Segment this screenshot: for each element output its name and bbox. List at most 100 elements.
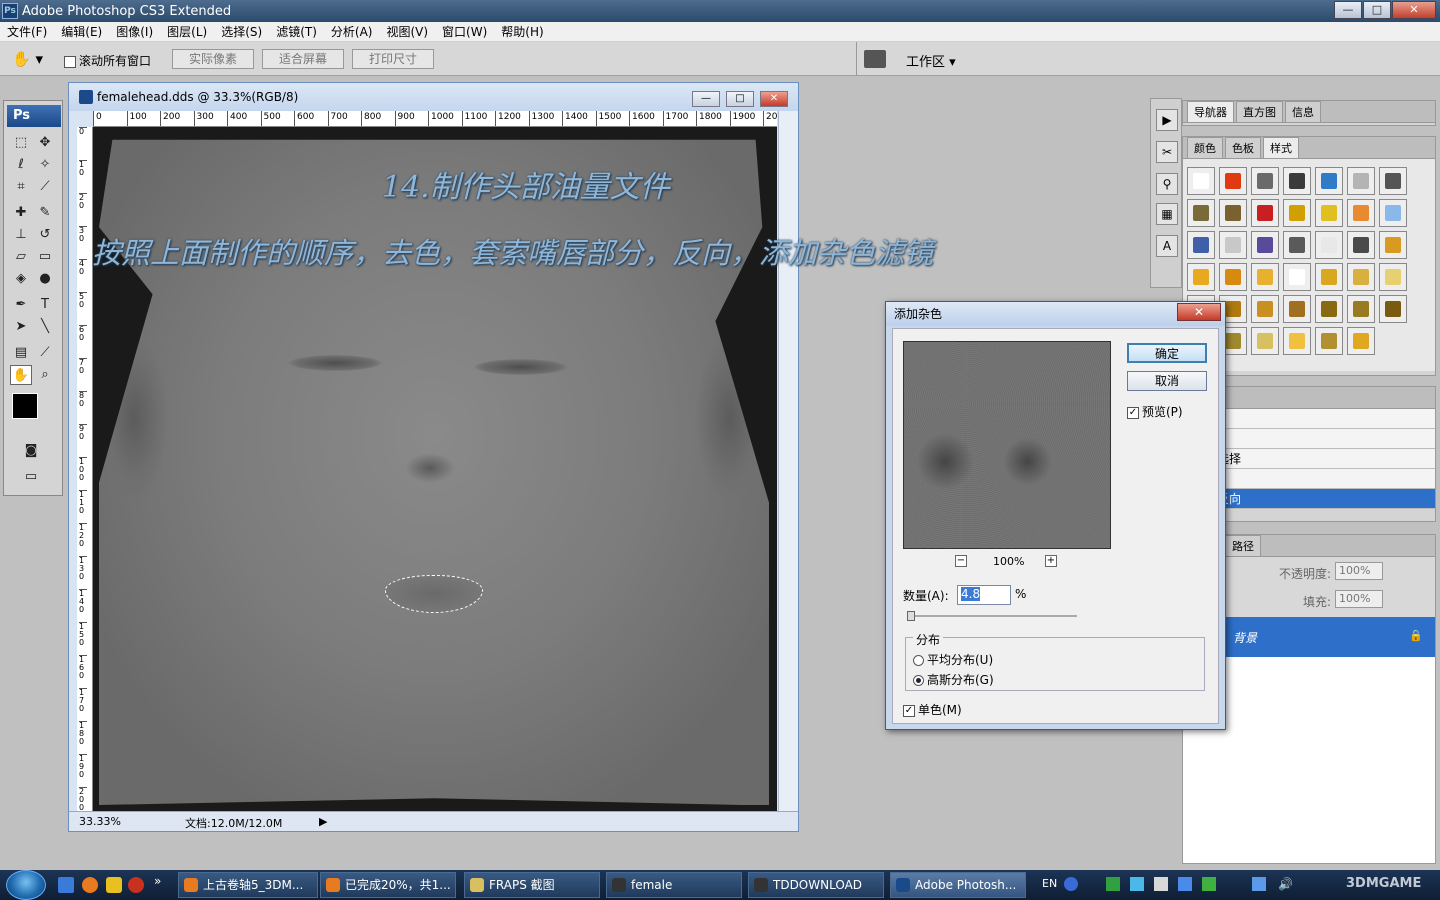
dialog-close-button[interactable]: ✕ [1177,303,1221,321]
style-swatch[interactable] [1219,231,1247,259]
slice-tool-icon[interactable]: ⟋ [34,177,56,197]
style-swatch[interactable] [1283,231,1311,259]
brushes-icon[interactable]: ▦ [1156,203,1178,225]
style-swatch[interactable] [1283,295,1311,323]
style-swatch[interactable] [1251,327,1279,355]
style-swatch[interactable] [1379,167,1407,195]
style-swatch[interactable] [1347,263,1375,291]
lip-selection[interactable] [385,575,483,613]
close-button[interactable]: ✕ [1392,1,1436,19]
hand-tool-icon[interactable]: ✋ [10,365,32,385]
history-brush-icon[interactable]: ↺ [34,225,56,245]
style-swatch[interactable] [1347,199,1375,227]
monochromatic-checkbox[interactable]: ✓ [903,704,915,717]
style-swatch[interactable] [1315,295,1343,323]
menu-help[interactable]: 帮助(H) [494,23,550,40]
style-swatch[interactable] [1347,327,1375,355]
tray-icon[interactable] [1130,877,1144,891]
menu-layer[interactable]: 图层(L) [160,23,214,40]
doc-maximize-button[interactable]: □ [726,91,754,107]
zoom-tool-icon[interactable]: ⌕ [34,365,56,385]
style-swatch[interactable] [1283,167,1311,195]
style-swatch[interactable] [1251,231,1279,259]
scroll-all-checkbox[interactable] [64,55,76,68]
eyedropper-icon[interactable]: ⟋ [34,343,56,363]
security-quicklaunch-icon[interactable] [106,877,122,893]
uniform-radio[interactable] [913,655,924,666]
doc-minimize-button[interactable]: — [692,91,720,107]
show-desktop-icon[interactable] [58,877,74,893]
workspace-menu[interactable]: 工作区 ▾ [906,51,956,70]
style-swatch[interactable] [1315,167,1343,195]
style-swatch[interactable] [1347,231,1375,259]
preview-option[interactable]: ✓ 预览(P) [1127,403,1183,420]
amount-slider-track[interactable] [907,615,1077,617]
shield-icon[interactable] [1178,877,1192,891]
style-swatch[interactable] [1219,167,1247,195]
style-swatch[interactable] [1347,167,1375,195]
volume-icon[interactable]: 🔊 [1278,877,1293,891]
doc-close-button[interactable]: ✕ [760,91,788,107]
style-swatch[interactable] [1187,167,1215,195]
magic-wand-icon[interactable]: ✧ [34,155,56,175]
task-fraps[interactable]: FRAPS 截图 [464,872,600,898]
cancel-button[interactable]: 取消 [1127,371,1207,391]
task-photoshop[interactable]: Adobe Photosh... [890,872,1026,898]
text-tool-icon[interactable]: T [34,295,56,315]
menu-edit[interactable]: 编辑(E) [54,23,109,40]
style-swatch[interactable] [1379,199,1407,227]
style-swatch[interactable] [1187,199,1215,227]
style-swatch[interactable] [1219,199,1247,227]
vertical-scrollbar[interactable] [778,111,798,813]
menu-select[interactable]: 选择(S) [214,23,269,40]
tray-icon[interactable] [1106,877,1120,891]
style-swatch[interactable] [1283,199,1311,227]
language-indicator[interactable]: EN [1042,877,1057,890]
screen-mode-icon[interactable]: ▭ [20,467,42,487]
hand-tool-preset-icon[interactable]: ✋ ▾ [12,50,52,68]
firefox-quicklaunch-icon[interactable] [82,877,98,893]
minimize-button[interactable]: — [1334,1,1362,19]
tab-swatches[interactable]: 色板 [1225,137,1261,158]
print-size-button[interactable]: 打印尺寸 [352,49,434,69]
tab-histogram[interactable]: 直方图 [1236,101,1283,122]
tab-color[interactable]: 颜色 [1187,137,1223,158]
preview-checkbox[interactable]: ✓ [1127,406,1139,419]
zoom-level[interactable]: 33.33% [79,815,121,828]
start-button[interactable] [6,870,46,900]
line-tool-icon[interactable]: ╲ [34,317,56,337]
brush-tool-icon[interactable]: ✎ [34,203,56,223]
style-swatch[interactable] [1315,263,1343,291]
help-tray-icon[interactable] [1064,877,1078,891]
style-swatch[interactable] [1251,167,1279,195]
qq-quicklaunch-icon[interactable] [128,877,144,893]
status-menu-arrow-icon[interactable]: ▶ [319,815,327,828]
doc-size[interactable]: 文档:12.0M/12.0M [185,815,282,831]
notes-tool-icon[interactable]: ▤ [10,343,32,363]
move-tool-icon[interactable]: ✥ [34,133,56,153]
tray-icon[interactable] [1154,877,1168,891]
path-select-icon[interactable]: ➤ [10,317,32,337]
tab-styles[interactable]: 样式 [1263,137,1299,158]
foreground-color-swatch[interactable] [12,393,38,419]
zoom-in-button[interactable]: + [1045,555,1057,567]
style-swatch[interactable] [1283,327,1311,355]
menu-window[interactable]: 窗口(W) [435,23,494,40]
menu-image[interactable]: 图像(I) [109,23,160,40]
scroll-all-windows-option[interactable]: 滚动所有窗口 [64,52,151,69]
tab-navigator[interactable]: 导航器 [1187,101,1234,122]
style-swatch[interactable] [1283,263,1311,291]
style-swatch[interactable] [1315,231,1343,259]
noise-preview[interactable] [903,341,1111,549]
healing-brush-icon[interactable]: ✚ [10,203,32,223]
eraser-tool-icon[interactable]: ▱ [10,247,32,267]
tools-icon[interactable]: ✂ [1156,141,1178,163]
style-swatch[interactable] [1251,199,1279,227]
gradient-tool-icon[interactable]: ▭ [34,247,56,267]
opacity-input[interactable]: 100% [1335,562,1383,580]
ok-button[interactable]: 确定 [1127,343,1207,363]
style-swatch[interactable] [1379,231,1407,259]
style-swatch[interactable] [1251,295,1279,323]
style-swatch[interactable] [1315,327,1343,355]
style-swatch[interactable] [1379,295,1407,323]
